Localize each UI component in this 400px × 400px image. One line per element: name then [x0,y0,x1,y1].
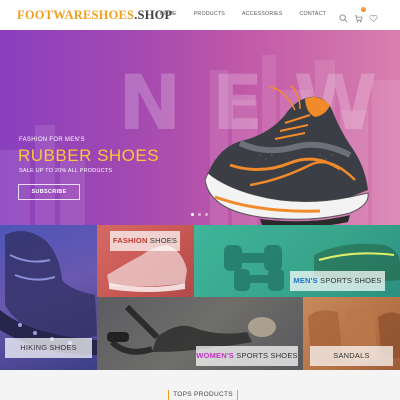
site-logo[interactable]: FOOTWARESHOES.SHOP [17,8,172,23]
hero-title: RUBBER SHOES [18,146,160,165]
slider-dots [191,213,208,216]
fashion-rest-text: SHOES [147,236,178,245]
category-label-hiking[interactable]: HIKING SHOES [5,338,92,358]
nav-accessories[interactable]: ACCESSORIES [242,11,282,17]
running-shoe-image [204,85,369,225]
cart-count-badge: 0 [361,7,366,12]
mens-accent-text: MEN'S [293,276,318,285]
hero-pretitle: FASHION FOR MEN'S [19,137,85,143]
women-rest-text: SPORTS SHOES [234,351,298,360]
women-accent-text: WOMEN'S [196,351,235,360]
hero-banner: NEW FASHION FOR MEN'S RUBBER SHOES SALE … [0,30,400,225]
nav-home[interactable]: HOME [160,11,177,17]
category-label-women[interactable]: WOMEN'S SPORTS SHOES [196,346,298,366]
slider-dot-1[interactable] [191,213,194,216]
cart-icon[interactable]: 0 [354,7,366,23]
mens-rest-text: SPORTS SHOES [317,276,382,285]
heart-icon[interactable] [369,10,378,23]
nav-contact[interactable]: CONTACT [300,11,327,17]
category-label-fashion[interactable]: FASHION SHOES [110,231,180,251]
header-icons: 0 [339,7,378,23]
subscribe-button[interactable]: SUBSCRIBE [18,184,80,200]
nav-products[interactable]: PRODUCTS [194,11,225,17]
category-label-sandals[interactable]: SANDALS [310,346,393,366]
slider-dot-3[interactable] [205,213,208,216]
hero-sale-text: SALE UP TO 20% ALL PRODUCTS [19,168,113,174]
header: FOOTWARESHOES.SHOP HOME PRODUCTS ACCESSO… [0,0,400,30]
page: FOOTWARESHOES.SHOP HOME PRODUCTS ACCESSO… [0,0,400,400]
section-title-top-products: TOPS PRODUCTS [168,390,238,400]
fashion-accent-text: FASHION [112,236,148,245]
search-icon[interactable] [339,10,348,23]
category-label-mens[interactable]: MEN'S SPORTS SHOES [290,271,385,291]
logo-name: FOOTWARESHOES [17,8,135,22]
slider-dot-2[interactable] [198,213,201,216]
main-nav: HOME PRODUCTS ACCESSORIES CONTACT [160,11,343,17]
